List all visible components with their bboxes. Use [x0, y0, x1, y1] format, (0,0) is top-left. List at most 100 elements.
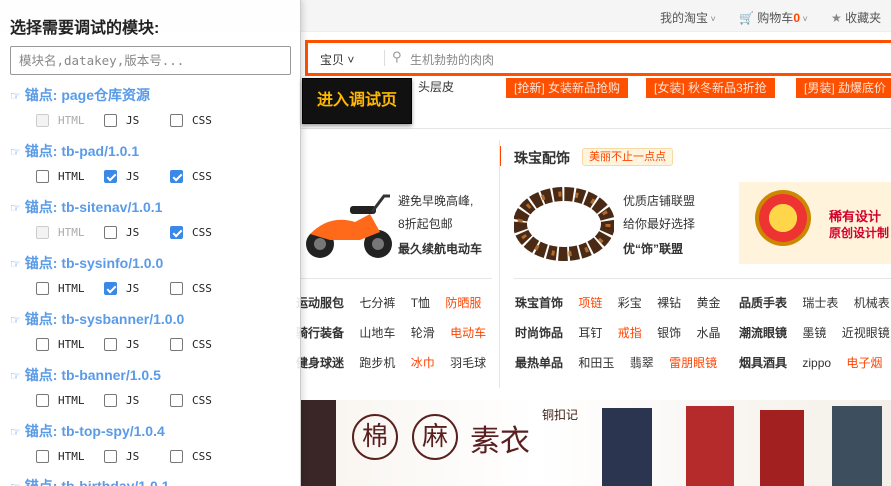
- scooter-image[interactable]: [300, 184, 396, 264]
- css-checkbox[interactable]: CSS: [170, 282, 212, 295]
- category-row: 品质手表 瑞士表 机械表: [739, 294, 891, 311]
- category-link[interactable]: 羽毛球: [450, 356, 486, 370]
- category-row: 运动服包 七分裤 T恤 防晒服: [296, 294, 493, 311]
- category-link[interactable]: 耳钉: [578, 326, 602, 340]
- category-link[interactable]: 雷朋眼镜: [669, 356, 717, 370]
- category-link[interactable]: 银饰: [657, 326, 681, 340]
- promo-text: 头层皮: [418, 80, 455, 94]
- category-link[interactable]: 水晶: [696, 326, 720, 340]
- anchor-link[interactable]: ☞ 锚点: page仓库资源: [10, 85, 150, 105]
- js-checkbox[interactable]: JS: [104, 338, 139, 351]
- category-link[interactable]: 彩宝: [618, 296, 642, 310]
- anchor-link[interactable]: ☞ 锚点: tb-sysinfo/1.0.0: [10, 253, 163, 273]
- search-category-select[interactable]: 宝贝 ˅: [320, 51, 354, 68]
- anchor-link[interactable]: ☞ 锚点: tb-sysbanner/1.0.0: [10, 309, 184, 329]
- promo-tag[interactable]: [男装] 勐爆底价: [796, 78, 891, 98]
- category-link[interactable]: 戒指: [618, 326, 642, 340]
- promo-line: 优质店铺联盟: [623, 194, 696, 208]
- category-link[interactable]: 轮滑: [411, 326, 435, 340]
- category-row: 珠宝首饰 项链 彩宝 裸钻 黄金: [515, 294, 732, 311]
- search-input[interactable]: 生机勃勃的肉肉: [410, 51, 494, 68]
- category-heading[interactable]: 潮流眼镜: [739, 326, 787, 340]
- css-checkbox[interactable]: CSS: [170, 170, 212, 183]
- pointing-hand-icon: ☞: [10, 425, 21, 439]
- checkbox-label: JS: [126, 226, 140, 239]
- css-checkbox[interactable]: CSS: [170, 394, 212, 407]
- cart-count: 0: [793, 11, 800, 25]
- anchor-link[interactable]: ☞ 锚点: tb-sitenav/1.0.1: [10, 197, 162, 217]
- category-link[interactable]: 近视眼镜: [842, 326, 890, 340]
- category-heading[interactable]: 时尚饰品: [515, 326, 563, 340]
- checkbox-box: [36, 282, 49, 295]
- anchor-link[interactable]: ☞ 锚点: tb-banner/1.0.5: [10, 365, 161, 385]
- checkbox-label: JS: [126, 450, 140, 463]
- js-checkbox[interactable]: JS: [104, 114, 139, 127]
- model-image: [300, 400, 336, 486]
- css-checkbox[interactable]: CSS: [170, 114, 212, 127]
- checkbox-label: CSS: [192, 338, 212, 351]
- brand-banner[interactable]: 棉 麻 素衣 铜扣记: [300, 400, 891, 486]
- category-link[interactable]: 七分裤: [359, 296, 395, 310]
- js-checkbox[interactable]: JS: [104, 226, 139, 239]
- category-link[interactable]: 裸钻: [657, 296, 681, 310]
- html-checkbox[interactable]: HTML: [36, 394, 85, 407]
- category-heading[interactable]: 烟具酒具: [739, 356, 787, 370]
- checkbox-box: [36, 114, 49, 127]
- promo-tag[interactable]: [抢新] 女装新品抢购: [506, 78, 629, 98]
- html-checkbox[interactable]: HTML: [36, 226, 85, 239]
- anchor-link[interactable]: ☞ 锚点: tb-top-spy/1.0.4: [10, 421, 165, 441]
- cart-link[interactable]: 🛒 购物车0 ˅: [739, 9, 808, 26]
- category-link[interactable]: 冰巾: [411, 356, 435, 370]
- category-link[interactable]: 和田玉: [578, 356, 614, 370]
- category-link[interactable]: 黄金: [696, 296, 720, 310]
- favorites-link[interactable]: ★ 收藏夹: [831, 9, 881, 26]
- anchor-link[interactable]: ☞锚点: tb-birthday/1.0.1: [10, 476, 169, 486]
- category-row: 骑行装备 山地车 轮滑 电动车: [296, 324, 498, 341]
- js-checkbox[interactable]: JS: [104, 282, 139, 295]
- module-search-input[interactable]: [10, 46, 291, 75]
- my-taobao-link[interactable]: 我的淘宝 ˅: [660, 9, 716, 26]
- js-checkbox[interactable]: JS: [104, 170, 139, 183]
- checkbox-label: HTML: [58, 338, 85, 351]
- checkbox-label: HTML: [58, 282, 85, 295]
- html-checkbox[interactable]: HTML: [36, 114, 85, 127]
- checkbox-box: [170, 450, 183, 463]
- design-banner[interactable]: 稀有设计 原创设计制: [739, 182, 891, 264]
- checkbox-label: HTML: [58, 226, 85, 239]
- css-checkbox[interactable]: CSS: [170, 226, 212, 239]
- category-link[interactable]: 项链: [578, 296, 602, 310]
- category-heading[interactable]: 珠宝首饰: [515, 296, 563, 310]
- category-link[interactable]: 翡翠: [630, 356, 654, 370]
- category-row: 最热单品 和田玉 翡翠 雷朋眼镜: [515, 354, 729, 371]
- category-link[interactable]: 防晒服: [445, 296, 481, 310]
- promo-headline[interactable]: 最久续航电动车: [398, 240, 482, 257]
- bracelet-image[interactable]: [514, 182, 614, 264]
- category-link[interactable]: zippo: [802, 356, 831, 370]
- category-link[interactable]: 山地车: [359, 326, 395, 340]
- category-link[interactable]: 墨镜: [802, 326, 826, 340]
- js-checkbox[interactable]: JS: [104, 450, 139, 463]
- category-link[interactable]: 跑步机: [359, 356, 395, 370]
- category-link[interactable]: 电子烟: [846, 356, 882, 370]
- category-heading[interactable]: 骑行装备: [296, 326, 344, 340]
- css-checkbox[interactable]: CSS: [170, 338, 212, 351]
- category-heading[interactable]: 品质手表: [739, 296, 787, 310]
- enter-debug-page-button[interactable]: 进入调试页: [302, 78, 412, 124]
- css-checkbox[interactable]: CSS: [170, 450, 212, 463]
- html-checkbox[interactable]: HTML: [36, 170, 85, 183]
- category-heading[interactable]: 健身球迷: [296, 356, 344, 370]
- promo-headline[interactable]: 优“饰”联盟: [623, 240, 683, 257]
- html-checkbox[interactable]: HTML: [36, 450, 85, 463]
- category-heading[interactable]: 运动服包: [296, 296, 344, 310]
- html-checkbox[interactable]: HTML: [36, 282, 85, 295]
- category-link[interactable]: 机械表: [854, 296, 890, 310]
- promo-tag[interactable]: [女装] 秋冬新品3折抢: [646, 78, 775, 98]
- js-checkbox[interactable]: JS: [104, 394, 139, 407]
- category-heading[interactable]: 最热单品: [515, 356, 563, 370]
- category-link[interactable]: 瑞士表: [802, 296, 838, 310]
- html-checkbox[interactable]: HTML: [36, 338, 85, 351]
- anchor-link[interactable]: ☞ 锚点: tb-pad/1.0.1: [10, 141, 139, 161]
- section-title: 珠宝配饰: [514, 150, 570, 166]
- category-link[interactable]: T恤: [411, 296, 430, 310]
- category-link[interactable]: 电动车: [450, 326, 486, 340]
